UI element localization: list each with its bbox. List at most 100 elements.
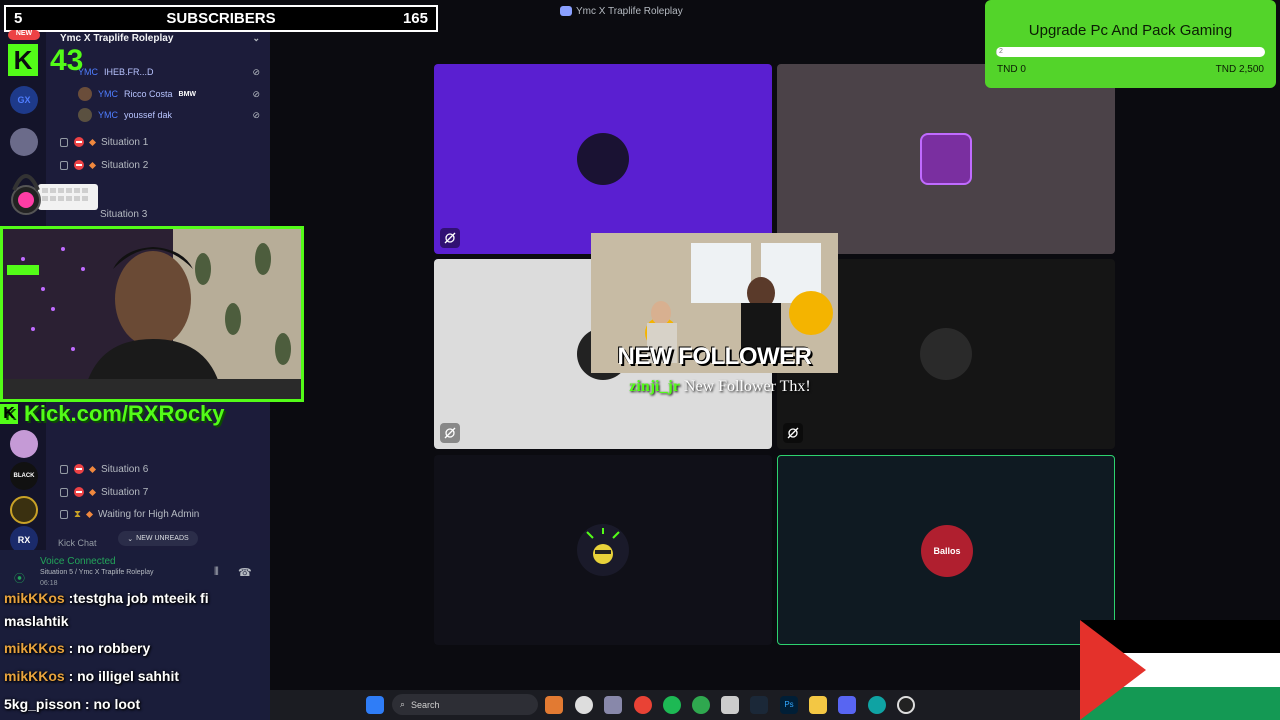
kick-url-text: Kick.com/RXRocky <box>24 401 225 426</box>
follower-thanks: New Follower Thx! <box>679 378 811 395</box>
goal-progress-bar <box>996 47 1265 57</box>
new-unreads-button[interactable]: ⌄ NEW UNREADS <box>118 531 198 546</box>
server-icon-5[interactable] <box>10 496 38 524</box>
no-entry-icon <box>74 137 84 147</box>
server-header[interactable]: Ymc X Traplife Roleplay ⌄ <box>60 31 260 45</box>
lock-icon <box>60 464 68 474</box>
avatar <box>920 133 972 185</box>
kick-url-banner: K Kick.com/RXRocky <box>0 401 300 426</box>
chat-message: maslahtik <box>4 613 69 629</box>
lock-icon <box>60 137 68 147</box>
keyboard-headset-graphic <box>11 174 98 215</box>
channel-waiting-admin[interactable]: ⧗ Waiting for High Admin <box>60 506 260 522</box>
member-name: Ricco Costa <box>124 89 173 99</box>
channel-name: Waiting for High Admin <box>98 508 200 520</box>
channel-name: Situation 6 <box>101 463 149 475</box>
windows-start-icon[interactable] <box>366 696 384 714</box>
kick-logo-icon: K <box>0 404 18 424</box>
obs-icon[interactable] <box>897 696 915 714</box>
channel-situation-7[interactable]: Situation 7 <box>60 484 260 500</box>
chat-text: : no illigel sahhit <box>68 668 180 684</box>
window-title-text: Ymc X Traplife Roleplay <box>576 5 683 17</box>
avatar <box>78 87 92 101</box>
deafened-icon: ⊘ <box>252 109 260 120</box>
store-icon[interactable] <box>721 696 739 714</box>
avatar <box>920 328 972 380</box>
chrome-icon[interactable] <box>634 696 652 714</box>
muted-icon <box>783 423 803 443</box>
chat-message: mikKKos :testgha job mteeik fi <box>4 590 209 606</box>
chat-message: mikKKos : no illigel sahhit <box>4 668 179 684</box>
diamond-icon <box>88 138 97 146</box>
muted-icon <box>440 423 460 443</box>
steam-icon[interactable] <box>750 696 768 714</box>
voice-tile[interactable] <box>434 64 772 254</box>
new-badge: NEW <box>8 30 40 40</box>
chevron-down-icon: ⌄ <box>127 535 134 543</box>
deafened-icon: ⊘ <box>252 88 260 99</box>
flag-graphic <box>1080 620 1280 720</box>
waveform-icon[interactable]: ⦀ <box>214 566 219 579</box>
subscribers-label: SUBSCRIBERS <box>166 10 276 27</box>
photoshop-icon[interactable]: Ps <box>780 696 798 714</box>
avatar <box>577 133 629 185</box>
chat-text: : no robbery <box>68 640 151 656</box>
server-icon-2[interactable] <box>10 128 38 156</box>
avatar <box>78 108 92 122</box>
voice-tile[interactable] <box>777 64 1115 254</box>
disconnect-icon[interactable]: ☎ <box>238 566 252 579</box>
voice-tile-speaking[interactable]: Ballos <box>777 455 1115 645</box>
member-badge: BMW <box>178 90 197 98</box>
lock-icon <box>60 509 68 519</box>
chat-message: 5kg_pisson : no loot <box>4 696 140 712</box>
follower-alert-message: zinji_jr New Follower Thx! <box>600 378 840 396</box>
server-icon-black[interactable]: BLACK <box>10 462 38 490</box>
deafened-icon: ⊘ <box>252 66 260 77</box>
no-entry-icon <box>74 487 84 497</box>
member-name: youssef dak <box>124 110 173 120</box>
diamond-icon <box>85 510 94 518</box>
voice-member[interactable]: YMC IHEB.FR...D ⊘ <box>78 64 260 80</box>
follower-name: zinji_jr <box>629 378 680 395</box>
new-unreads-label: NEW UNREADS <box>136 535 189 542</box>
chat-text: : no loot <box>84 696 141 712</box>
webcam-overlay <box>0 226 304 402</box>
subscribers-bar: 5 SUBSCRIBERS 165 <box>4 5 438 32</box>
channel-situation-1[interactable]: Situation 1 <box>60 134 260 150</box>
donation-goal-widget: Upgrade Pc And Pack Gaming 2 TND 0 TND 2… <box>985 0 1276 88</box>
server-logo-icon <box>560 6 572 16</box>
spotify-icon[interactable] <box>663 696 681 714</box>
member-tag: YMC <box>98 89 118 99</box>
folder-icon[interactable] <box>809 696 827 714</box>
server-icon-3[interactable] <box>10 430 38 458</box>
signal-icon[interactable]: ⦿ <box>14 570 25 586</box>
member-name: IHEB.FR...D <box>104 67 154 77</box>
xbox-icon[interactable] <box>692 696 710 714</box>
voice-member[interactable]: YMC Ricco Costa BMW ⊘ <box>78 86 260 102</box>
goal-min: TND 0 <box>997 64 1026 75</box>
voice-connected-status[interactable]: Voice Connected <box>40 556 116 567</box>
app-icon[interactable] <box>868 696 886 714</box>
voice-member[interactable]: YMC youssef dak ⊘ <box>78 107 260 123</box>
avatar: Ballos <box>921 525 973 577</box>
app-icon[interactable] <box>545 696 563 714</box>
goal-title: Upgrade Pc And Pack Gaming <box>1028 22 1233 39</box>
server-name: Ymc X Traplife Roleplay <box>60 32 174 44</box>
window-title: Ymc X Traplife Roleplay <box>560 4 730 18</box>
channel-name: Situation 1 <box>101 136 149 148</box>
avatar-label: Ballos <box>933 546 961 556</box>
app-icon[interactable] <box>575 696 593 714</box>
channel-situation-6[interactable]: Situation 6 <box>60 461 260 477</box>
voice-tile[interactable] <box>434 455 772 645</box>
no-entry-icon <box>74 464 84 474</box>
app-icon[interactable] <box>604 696 622 714</box>
goal-progress-value: 2 <box>999 48 1003 55</box>
kick-chat-category[interactable]: Kick Chat <box>58 538 97 548</box>
server-icon-gx[interactable]: GX <box>10 86 38 114</box>
discord-icon[interactable] <box>838 696 856 714</box>
taskbar-search[interactable]: ⌕ Search <box>392 694 538 715</box>
member-tag: YMC <box>98 110 118 120</box>
search-icon: ⌕ <box>400 699 406 709</box>
diamond-icon <box>88 488 97 496</box>
avatar <box>577 524 629 576</box>
